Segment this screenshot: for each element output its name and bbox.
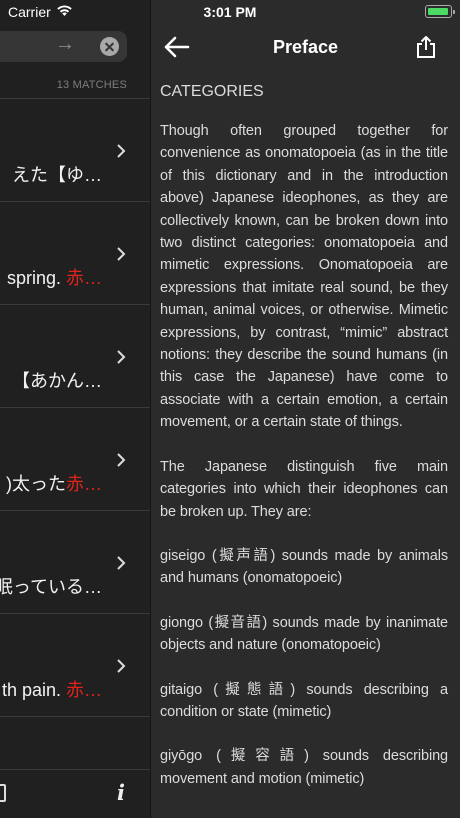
chevron-right-icon <box>117 144 126 158</box>
paragraph: The Japanese distinguish five main categ… <box>160 458 448 520</box>
search-result-row[interactable]: 【あかん… <box>0 305 150 408</box>
search-result-row[interactable]: spring. 赤… <box>0 202 150 305</box>
info-icon[interactable]: i <box>117 780 125 805</box>
section-heading: CATEGORIES <box>160 83 264 100</box>
share-icon[interactable] <box>415 35 437 59</box>
chevron-right-icon <box>117 350 126 364</box>
search-result-row[interactable]: 眠っている… <box>0 511 150 614</box>
paragraph: giongo (擬音語) sounds made by inanimate ob… <box>160 614 448 654</box>
search-result-text: えた【ゆ… <box>12 165 102 185</box>
chevron-right-icon <box>117 247 126 261</box>
search-result-text: 【あかん… <box>12 371 102 391</box>
search-result-text: )太った赤… <box>6 474 102 494</box>
battery-icon <box>425 5 455 18</box>
paragraph: Though often grouped together for conven… <box>160 123 448 431</box>
search-result-row[interactable]: )太った赤… <box>0 408 150 511</box>
chevron-right-icon <box>117 556 126 570</box>
search-result-text: 眠っている… <box>0 577 102 597</box>
paragraph: giseigo (擬声語) sounds made by animals and… <box>160 547 448 587</box>
search-result-text: th pain. 赤… <box>1 680 102 700</box>
search-result-row[interactable]: えた【ゆ… <box>0 99 150 202</box>
chevron-right-icon <box>117 659 126 673</box>
left-toolbar: i <box>0 769 150 818</box>
document-panel: Preface CATEGORIES Though often grouped … <box>151 0 460 818</box>
document-icon[interactable] <box>0 784 6 802</box>
clear-search-button[interactable] <box>100 37 119 56</box>
search-result-text: spring. 赤… <box>6 268 102 288</box>
paragraph: giyōgo (擬容語) sounds describing movement … <box>160 748 448 787</box>
page-title: Preface <box>272 37 339 57</box>
paragraph: gitaigo (擬態語) sounds describing a condit… <box>160 681 448 720</box>
return-arrow-icon: → <box>55 33 75 55</box>
status-time: 3:01 PM <box>203 4 257 20</box>
status-bar: Carrier 3:01 PM <box>0 0 460 24</box>
search-result-row[interactable]: th pain. 赤… <box>0 614 150 717</box>
match-count: 13 MATCHES <box>56 79 127 91</box>
document-body: CATEGORIES Though often grouped together… <box>160 82 448 812</box>
chevron-right-icon <box>117 453 126 467</box>
search-results-panel: → 13 MATCHES えた【ゆ… spring. 赤… 【あかん… )太った… <box>0 0 150 818</box>
search-input[interactable]: → <box>0 31 127 62</box>
